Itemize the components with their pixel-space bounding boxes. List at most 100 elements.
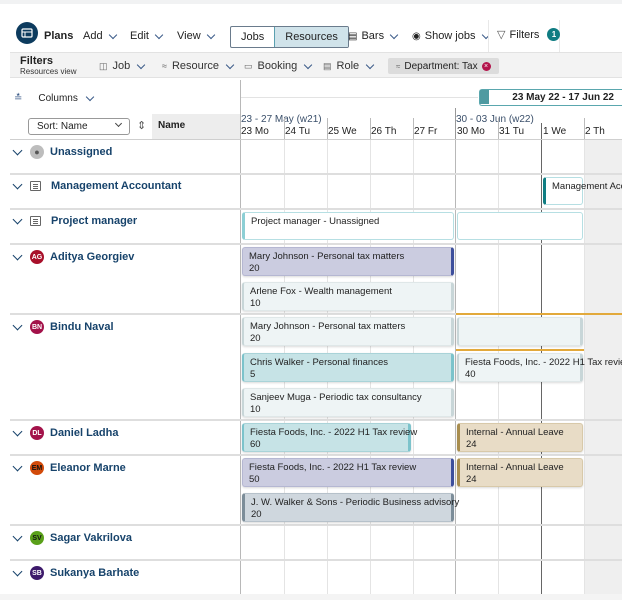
row-separator bbox=[10, 559, 622, 561]
resource-row-management-accountant[interactable]: Management Accountant bbox=[12, 179, 181, 192]
resource-row-daniel-ladha[interactable]: DL Daniel Ladha bbox=[12, 426, 119, 440]
filter-booking[interactable]: ▭ Booking bbox=[244, 60, 313, 72]
plans-logo-icon[interactable] bbox=[16, 22, 38, 44]
booking-bar[interactable]: Chris Walker - Personal finances 5 bbox=[242, 353, 454, 382]
remove-chip-icon[interactable]: × bbox=[481, 61, 491, 71]
edit-menu-label: Edit bbox=[130, 30, 149, 42]
booking-bar[interactable] bbox=[457, 317, 583, 346]
booking-title: Fiesta Foods, Inc. - 2022 H1 Tax review bbox=[250, 427, 418, 438]
expand-chevron-icon[interactable] bbox=[12, 566, 23, 576]
view-menu[interactable]: View bbox=[177, 30, 215, 42]
people-icon: ≈ bbox=[162, 61, 167, 71]
filter-booking-label: Booking bbox=[257, 60, 298, 72]
expand-chevron-icon[interactable] bbox=[12, 250, 23, 260]
date-range-slider[interactable]: 23 May 22 - 17 Jun 22 bbox=[479, 89, 622, 106]
booking-bar[interactable]: Mary Johnson - Personal tax matters 20 bbox=[242, 247, 454, 276]
grid-tick bbox=[498, 118, 499, 139]
booking-title: Mary Johnson - Personal tax matters bbox=[249, 251, 405, 262]
edit-menu[interactable]: Edit bbox=[130, 30, 164, 42]
booking-bar[interactable]: Sanjeev Muga - Periodic tax consultancy 1… bbox=[242, 388, 454, 417]
booking-bar[interactable]: Fiesta Foods, Inc. - 2022 H1 Tax review 5… bbox=[242, 458, 454, 487]
resources-toggle[interactable]: Resources bbox=[274, 27, 348, 47]
show-jobs-menu[interactable]: ◉ Show jobs bbox=[412, 30, 490, 42]
role-icon bbox=[30, 216, 41, 226]
row-separator bbox=[10, 243, 622, 245]
top-toolbar: Plans Add Edit View Jobs Resources ▤ Bars… bbox=[0, 0, 622, 57]
grid-tick bbox=[327, 118, 328, 139]
range-handle[interactable] bbox=[480, 90, 489, 104]
resource-name: Bindu Naval bbox=[50, 321, 114, 333]
columns-control[interactable]: ≛ Columns bbox=[14, 92, 95, 104]
row-separator bbox=[10, 208, 622, 210]
sort-select[interactable]: Sort: Name bbox=[28, 118, 130, 135]
booking-bar[interactable]: Internal - Annual Leave 24 bbox=[457, 458, 583, 487]
department-filter-chip[interactable]: ≈ Department: Tax × bbox=[388, 58, 499, 74]
filter-resource-label: Resource bbox=[171, 60, 220, 72]
overallocation-indicator bbox=[456, 349, 584, 351]
booking-bar[interactable]: Arlene Fox - Wealth management 10 bbox=[242, 282, 454, 311]
resource-name: Daniel Ladha bbox=[50, 427, 119, 439]
timeline-track bbox=[240, 97, 478, 98]
booking-title: Fiesta Foods, Inc. - 2022 H1 Tax review bbox=[465, 357, 622, 368]
add-menu-label: Add bbox=[83, 30, 103, 42]
booking-title: Management Accountant bbox=[552, 181, 622, 192]
collapse-all-icon[interactable]: ≛ bbox=[14, 93, 22, 104]
booking-hours: 24 bbox=[466, 439, 477, 450]
filter-job[interactable]: ◫ Job bbox=[99, 60, 146, 72]
bars-label: Bars bbox=[361, 30, 385, 42]
resource-row-aditya-georgiev[interactable]: AG Aditya Georgiev bbox=[12, 250, 134, 264]
columns-label: Columns bbox=[38, 93, 78, 104]
add-menu[interactable]: Add bbox=[83, 30, 117, 42]
bars-menu[interactable]: ▤ Bars bbox=[348, 30, 399, 42]
resource-row-eleanor-marne[interactable]: EM Eleanor Marne bbox=[12, 461, 126, 475]
show-jobs-label: Show jobs bbox=[424, 30, 476, 42]
filter-resource[interactable]: ≈ Resource bbox=[162, 60, 235, 72]
jobs-toggle[interactable]: Jobs bbox=[231, 27, 274, 47]
expand-chevron-icon[interactable] bbox=[12, 320, 23, 330]
day-label: 24 Tu bbox=[285, 126, 311, 137]
day-label: 31 Tu bbox=[499, 126, 525, 137]
booking-bar[interactable]: J. W. Walker & Sons - Periodic Business … bbox=[242, 493, 460, 522]
chevron-down-icon bbox=[108, 30, 117, 39]
booking-bar[interactable]: Fiesta Foods, Inc. - 2022 H1 Tax review 4… bbox=[457, 353, 622, 382]
booking-bar[interactable]: Internal - Annual Leave 24 bbox=[457, 423, 583, 452]
expand-chevron-icon[interactable] bbox=[12, 426, 23, 436]
chevron-down-icon bbox=[225, 60, 235, 69]
resource-row-sukanya-barhate[interactable]: SB Sukanya Barhate bbox=[12, 566, 139, 580]
expand-chevron-icon[interactable] bbox=[12, 214, 23, 224]
booking-bar[interactable] bbox=[457, 212, 583, 240]
bars-icon: ▤ bbox=[348, 30, 358, 42]
day-label: 23 Mo bbox=[241, 126, 269, 137]
booking-hours: 60 bbox=[250, 439, 261, 450]
expand-chevron-icon[interactable] bbox=[12, 461, 23, 471]
expand-chevron-icon[interactable] bbox=[12, 531, 23, 541]
booking-title: J. W. Walker & Sons - Periodic Business … bbox=[251, 497, 460, 508]
grid-tick bbox=[455, 108, 456, 139]
booking-bar[interactable]: Mary Johnson - Personal tax matters 20 bbox=[242, 317, 454, 346]
booking-title: Chris Walker - Personal finances bbox=[250, 357, 388, 368]
booking-bar[interactable]: Management Accountant bbox=[543, 177, 622, 205]
resource-row-project-manager[interactable]: Project manager bbox=[12, 214, 137, 227]
chevron-down-icon bbox=[206, 30, 215, 39]
resource-row-sagar-vakrilova[interactable]: SV Sagar Vakrilova bbox=[12, 531, 132, 545]
person-icon: ● bbox=[30, 145, 44, 159]
sort-select-value: Sort: Name bbox=[37, 121, 88, 132]
expand-chevron-icon[interactable] bbox=[12, 179, 23, 189]
resource-row-bindu-naval[interactable]: BN Bindu Naval bbox=[12, 320, 114, 334]
role-icon bbox=[30, 181, 41, 191]
sort-direction-icon[interactable]: ⇕ bbox=[137, 119, 146, 132]
booking-bar[interactable]: Fiesta Foods, Inc. - 2022 H1 Tax review 6… bbox=[242, 423, 418, 452]
booking-hours: 40 bbox=[465, 369, 476, 380]
app-title: Plans bbox=[44, 30, 74, 42]
view-toggle: Jobs Resources bbox=[230, 26, 349, 48]
day-label: 30 Mo bbox=[457, 126, 485, 137]
resource-name: Eleanor Marne bbox=[50, 462, 126, 474]
booking-bar[interactable]: Project manager - Unassigned bbox=[242, 212, 454, 240]
booking-hours: 20 bbox=[250, 333, 261, 344]
expand-chevron-icon[interactable] bbox=[12, 145, 23, 155]
resource-row-unassigned[interactable]: ● Unassigned bbox=[12, 145, 112, 159]
name-column-header[interactable]: Name bbox=[152, 114, 241, 139]
filter-role[interactable]: ▤ Role bbox=[323, 60, 375, 72]
card-icon: ▭ bbox=[244, 60, 253, 71]
filter-bar: Filters Resources view ◫ Job ≈ Resource ▭ B… bbox=[10, 52, 622, 78]
